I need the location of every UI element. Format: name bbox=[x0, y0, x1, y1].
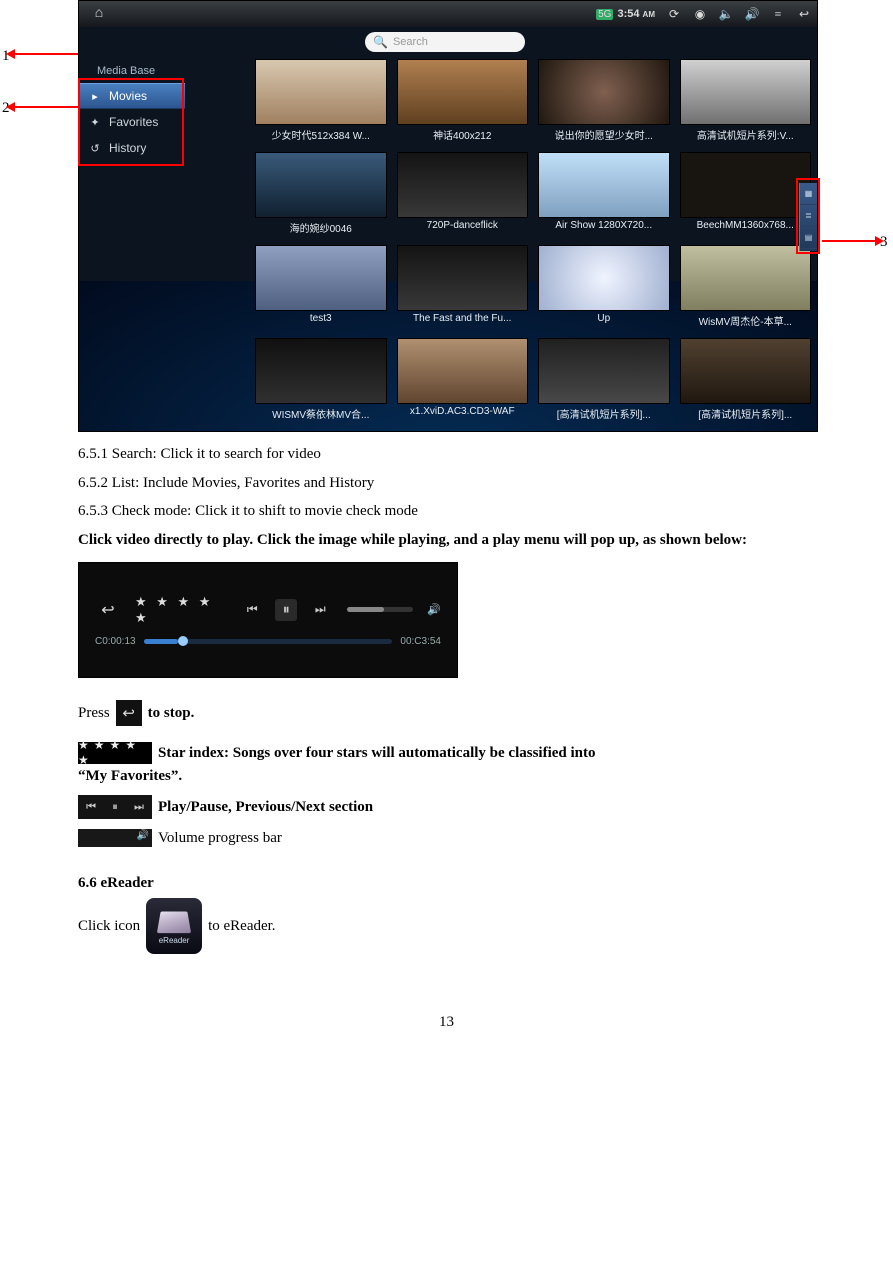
heading-ereader: 6.6 eReader bbox=[78, 875, 815, 892]
seek-bar[interactable] bbox=[144, 639, 393, 644]
video-tile[interactable]: WisMV周杰伦-本草... bbox=[680, 245, 812, 330]
volume-bar[interactable] bbox=[347, 607, 413, 612]
speaker-icon: 🔊 bbox=[427, 603, 441, 616]
prev-icon: ⏮ bbox=[86, 801, 96, 814]
next-icon[interactable]: ⏭ bbox=[309, 599, 331, 621]
sidebar-item-favorites[interactable]: ✦ Favorites bbox=[79, 109, 185, 135]
view-mode-icon[interactable]: ▤ bbox=[800, 227, 817, 249]
video-tile[interactable]: [高清试机短片系列]... bbox=[538, 338, 670, 423]
volume-bar-icon bbox=[78, 829, 152, 847]
video-player-screenshot: ↩ ★ ★ ★ ★ ★ ⏮ ⏸ ⏭ 🔊 C0:00:13 00:C3:54 bbox=[78, 562, 458, 678]
video-tile[interactable]: test3 bbox=[255, 245, 387, 330]
sidebar-header: Media Base bbox=[79, 61, 185, 83]
home-icon[interactable]: ⌂ bbox=[79, 6, 119, 22]
search-placeholder: Search bbox=[393, 36, 428, 48]
video-tile[interactable]: 说出你的愿望少女时... bbox=[538, 59, 670, 144]
refresh-icon[interactable]: ⟳ bbox=[661, 7, 687, 22]
player-star-rating[interactable]: ★ ★ ★ ★ ★ bbox=[129, 594, 233, 626]
status-time: 3:54 AM bbox=[617, 8, 655, 20]
text-653: 6.5.3 Check mode: Click it to shift to m… bbox=[78, 497, 815, 526]
text-my-favorites: “My Favorites”. bbox=[78, 768, 815, 785]
text-to-ereader: to eReader. bbox=[208, 918, 275, 935]
star-rating-icon: ★ ★ ★ ★ ★ bbox=[78, 742, 152, 764]
video-tile[interactable]: 神话400x212 bbox=[397, 59, 529, 144]
sidebar-item-label: History bbox=[109, 141, 146, 155]
favorites-icon: ✦ bbox=[89, 116, 101, 128]
text-click-play: Click video directly to play. Click the … bbox=[78, 526, 815, 555]
play-controls-icon: ⏮ ⏸ ⏭ bbox=[78, 795, 152, 819]
text-to-stop: to stop. bbox=[148, 705, 195, 722]
ereader-app-icon: eReader bbox=[146, 898, 202, 954]
next-icon: ⏭ bbox=[134, 801, 144, 814]
video-tile[interactable]: The Fast and the Fu... bbox=[397, 245, 529, 330]
player-back-icon[interactable]: ↩ bbox=[95, 597, 121, 623]
callout-arrow-3 bbox=[822, 240, 876, 242]
video-tile[interactable]: [高清试机短片系列]... bbox=[680, 338, 812, 423]
sidebar-item-label: Favorites bbox=[109, 115, 158, 129]
volume-up-icon[interactable]: 🔊 bbox=[739, 7, 765, 22]
pause-icon: ⏸ bbox=[112, 801, 118, 814]
time-current: C0:00:13 bbox=[95, 636, 136, 647]
text-652: 6.5.2 List: Include Movies, Favorites an… bbox=[78, 469, 815, 498]
video-tile[interactable]: x1.XviD.AC3.CD3-WAF bbox=[397, 338, 529, 423]
search-box[interactable]: 🔍 Search bbox=[365, 32, 525, 52]
video-tile[interactable]: 高清试机短片系列:V... bbox=[680, 59, 812, 144]
sidebar-item-history[interactable]: ↺ History bbox=[79, 135, 185, 161]
movies-icon: ▸ bbox=[89, 90, 101, 102]
signal-icon: 5G bbox=[596, 9, 613, 20]
media-base-screenshot: ⌂ 5G 3:54 AM ⟳ ◉ 🔈 🔊 ≡ ↩ 🔍 Search Med bbox=[78, 0, 818, 432]
video-tile[interactable]: BeechMM1360x768... bbox=[680, 152, 812, 237]
view-mode-icon[interactable]: ≣ bbox=[800, 205, 817, 227]
text-play-pause: Play/Pause, Previous/Next section bbox=[158, 799, 373, 816]
sidebar: Media Base ▸ Movies ✦ Favorites ↺ Histor… bbox=[79, 57, 185, 431]
search-icon: 🔍 bbox=[373, 35, 388, 50]
video-tile[interactable]: WISMV蔡依林MV合... bbox=[255, 338, 387, 423]
text-click-icon: Click icon bbox=[78, 918, 140, 935]
back-icon[interactable]: ↩ bbox=[791, 7, 817, 22]
sidebar-item-movies[interactable]: ▸ Movies bbox=[79, 83, 185, 109]
book-icon bbox=[157, 911, 191, 933]
history-icon: ↺ bbox=[89, 142, 101, 154]
video-tile[interactable]: Air Show 1280X720... bbox=[538, 152, 670, 237]
camera-icon[interactable]: ◉ bbox=[687, 7, 713, 22]
text-651: 6.5.1 Search: Click it to search for vid… bbox=[78, 440, 815, 469]
page-number: 13 bbox=[78, 1014, 815, 1031]
text-volume-bar: Volume progress bar bbox=[158, 830, 282, 847]
video-tile[interactable]: 少女时代512x384 W... bbox=[255, 59, 387, 144]
time-total: 00:C3:54 bbox=[400, 636, 441, 647]
callout-arrow-2 bbox=[14, 106, 80, 108]
video-tile[interactable]: Up bbox=[538, 245, 670, 330]
view-mode-icon[interactable]: ▦ bbox=[800, 183, 817, 205]
menu-icon[interactable]: ≡ bbox=[765, 7, 791, 22]
video-tile[interactable]: 海的婉纱0046 bbox=[255, 152, 387, 237]
video-tile[interactable]: 720P-danceflick bbox=[397, 152, 529, 237]
view-mode-panel[interactable]: ▦ ≣ ▤ bbox=[799, 183, 817, 251]
text-star-index: Star index: Songs over four stars will a… bbox=[158, 745, 596, 762]
back-icon: ↩ bbox=[116, 700, 142, 726]
volume-down-icon[interactable]: 🔈 bbox=[713, 7, 739, 22]
prev-icon[interactable]: ⏮ bbox=[241, 599, 263, 621]
text-press: Press bbox=[78, 705, 110, 722]
video-grid: 少女时代512x384 W... 神话400x212 说出你的愿望少女时... … bbox=[185, 57, 817, 431]
status-bar: ⌂ 5G 3:54 AM ⟳ ◉ 🔈 🔊 ≡ ↩ bbox=[79, 1, 817, 27]
pause-icon[interactable]: ⏸ bbox=[275, 599, 297, 621]
sidebar-item-label: Movies bbox=[109, 89, 147, 103]
